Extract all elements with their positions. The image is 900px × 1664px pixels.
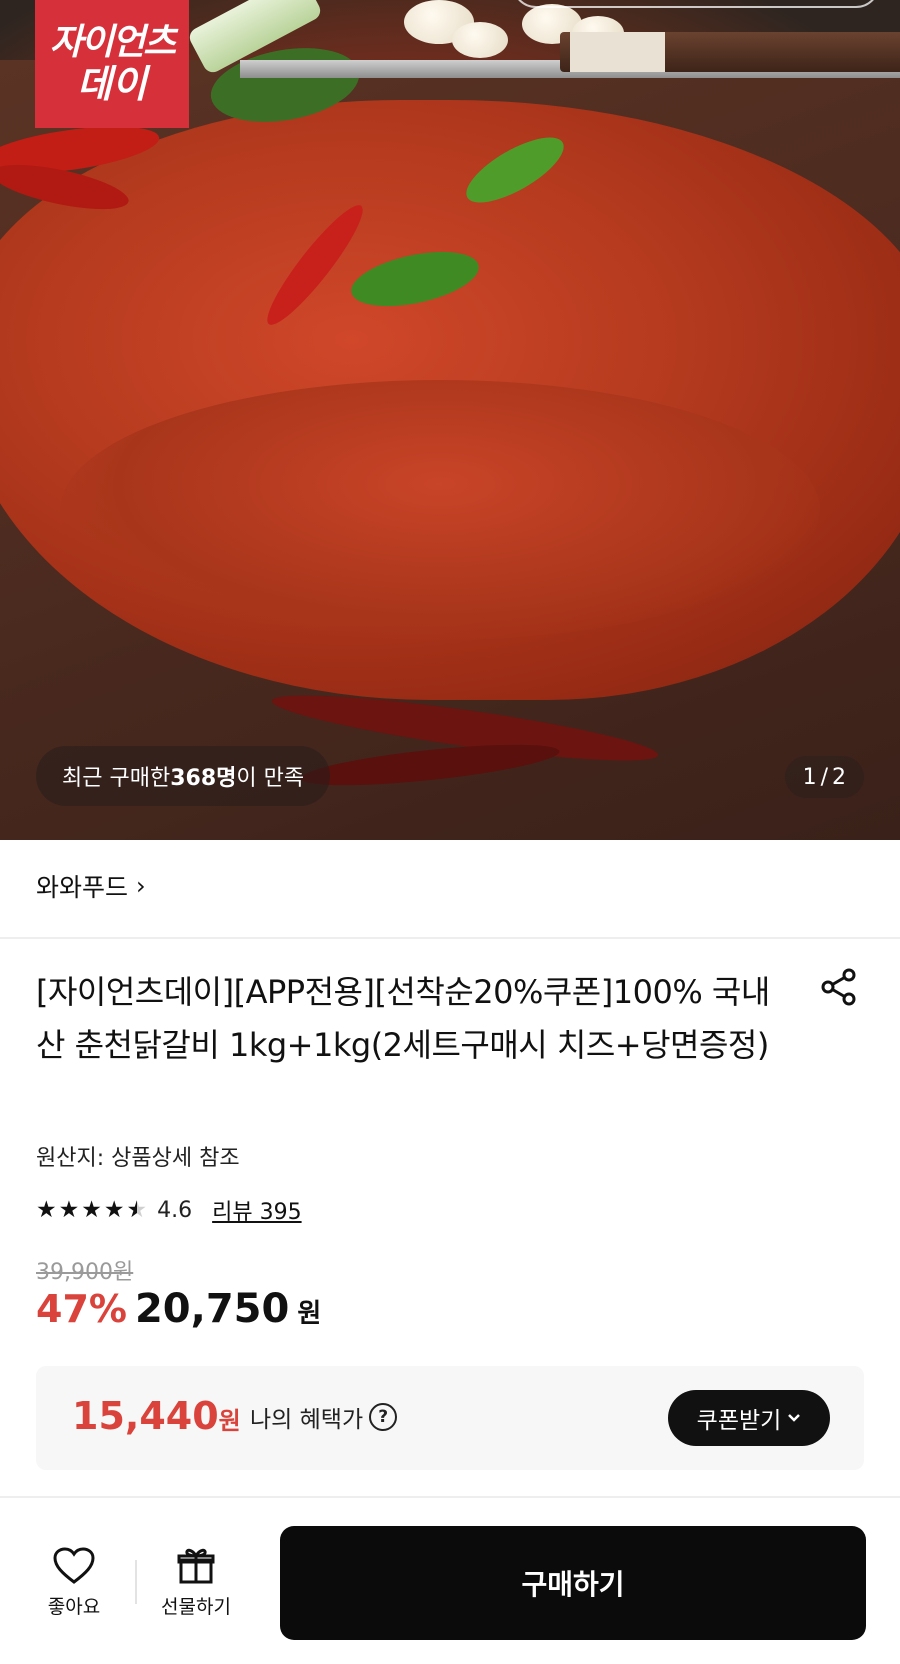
gift-button[interactable]: 선물하기	[146, 1546, 246, 1619]
discount-rate: 47%	[36, 1287, 127, 1331]
gift-icon	[177, 1548, 215, 1584]
pager-current: 1	[802, 764, 817, 790]
star-icon: ★	[36, 1196, 57, 1223]
image-pager: 1 / 2	[784, 756, 864, 798]
review-link[interactable]: 리뷰 395	[212, 1194, 301, 1226]
star-icon: ★	[81, 1196, 102, 1223]
top-overlay-pill[interactable]	[512, 0, 880, 8]
benefit-price-unit: 원	[218, 1407, 241, 1435]
benefit-price-value: 15,440	[72, 1394, 219, 1438]
chicken-galbi-highlight	[60, 380, 820, 640]
coupon-button[interactable]: 쿠폰받기	[668, 1390, 830, 1446]
divider	[135, 1560, 137, 1604]
share-icon[interactable]	[818, 966, 860, 1008]
brand-link[interactable]: 와와푸드 ›	[36, 868, 146, 904]
rating-stars: ★ ★ ★ ★ ★	[36, 1196, 148, 1223]
like-label: 좋아요	[47, 1596, 101, 1618]
benefit-label: 나의 혜택가 ?	[250, 1400, 398, 1434]
heart-icon	[53, 1547, 95, 1584]
star-icon: ★	[103, 1196, 125, 1223]
product-title: [자이언츠데이][APP전용][선착순20%쿠폰]100% 국내산 춘천닭갈비 …	[36, 973, 770, 1064]
benefit-price-box: 15,440 원 나의 혜택가 ? 쿠폰받기	[36, 1366, 864, 1470]
garlic	[452, 22, 508, 58]
coupon-button-label: 쿠폰받기	[696, 1408, 782, 1434]
price-unit: 원	[297, 1299, 322, 1329]
sale-price: 20,750	[134, 1286, 290, 1332]
brand-logo: 자이언츠 데이	[35, 0, 189, 128]
pager-total: 2	[832, 764, 846, 790]
rating-row: ★ ★ ★ ★ ★ 4.6 리뷰 395	[36, 1194, 302, 1226]
brand-name: 와와푸드	[36, 873, 129, 902]
original-price: 39,900원	[36, 1260, 134, 1285]
like-button[interactable]: 좋아요	[24, 1546, 124, 1619]
chevron-right-icon: ›	[136, 872, 146, 900]
divider	[0, 937, 900, 939]
satisfaction-suffix: 이 만족	[236, 766, 305, 791]
rating-value: 4.6	[157, 1197, 193, 1223]
benefit-price: 15,440 원	[72, 1394, 241, 1438]
question-icon[interactable]: ?	[369, 1403, 398, 1431]
buy-button[interactable]: 구매하기	[280, 1526, 866, 1640]
knife-handle	[560, 32, 900, 72]
logo-text-line1: 자이언츠	[49, 22, 176, 63]
origin-info: 원산지: 상품상세 참조	[36, 1146, 240, 1171]
satisfaction-count: 368명	[170, 766, 237, 791]
satisfaction-badge: 최근 구매한 368명 이 만족	[36, 746, 331, 806]
chevron-down-icon	[788, 1414, 801, 1422]
star-icon: ★	[58, 1196, 80, 1223]
half-star-icon: ★	[126, 1196, 148, 1223]
pager-separator: /	[820, 764, 828, 790]
satisfaction-prefix: 최근 구매한	[62, 766, 171, 791]
bottom-action-bar: 좋아요 선물하기 구매하기	[0, 1498, 900, 1664]
logo-text-line2: 데이	[77, 62, 147, 106]
gift-label: 선물하기	[161, 1596, 231, 1618]
price-row: 47% 20,750 원	[36, 1286, 321, 1332]
product-image[interactable]: 자이언츠 데이 최근 구매한 368명 이 만족 1 / 2	[0, 0, 900, 840]
benefit-label-text: 나의 혜택가	[250, 1407, 364, 1433]
